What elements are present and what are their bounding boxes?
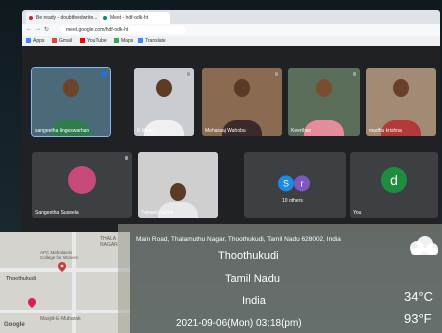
participant-face [63,79,79,98]
weather-cloud-icon [410,236,438,255]
bookmark-maps[interactable]: Maps [114,37,133,45]
bookmark-youtube[interactable]: YouTube [80,37,107,45]
url-input[interactable]: meet.google.com/hdf-odk-ht [60,26,186,34]
bookmarks-bar: Apps Gmail YouTube Maps Translate [22,36,440,46]
participant-tile[interactable]: Keerthan [288,68,360,136]
tab-label: Be ready - doubtfeedwrite... [36,15,98,21]
map-label: APC Mahalaxmi College for Women [40,250,79,260]
participant-face [156,79,172,98]
geotag-country: India [242,295,266,307]
meet-grid: sangeetha lingeswarhan K Moor... Meharaa… [22,46,440,232]
participant-name: Sangeetha Suseela [35,210,79,216]
map-road [0,310,130,313]
map-thumbnail[interactable]: THALA NAGAR APC Mahalaxmi College for Wo… [0,232,130,333]
participant-tile[interactable]: madhu krishna [366,68,436,136]
participant-tile[interactable]: Yaheen Fatma [138,152,218,218]
pin-icon[interactable] [187,72,190,76]
participant-tile[interactable]: Meharaaj Wahobu [202,68,282,136]
temperature-fahrenheit: 93°F [404,311,432,326]
others-tile[interactable]: S r 10 others [244,152,346,218]
tab-favicon-icon [29,16,33,20]
maps-icon [114,38,119,44]
geotag-datetime: 2021-09-06(Mon) 03:18(pm) [176,318,302,329]
other-avatar: S [278,175,294,192]
bookmark-apps[interactable]: Apps [26,37,44,45]
bookmark-gmail[interactable]: Gmail [52,37,72,45]
tab-label: Meet - hdf-odk-ht [110,15,149,21]
pin-icon[interactable] [275,72,278,76]
pin-icon[interactable] [125,156,128,160]
gmail-icon [52,38,57,44]
youtube-icon [80,38,85,44]
participant-tile[interactable]: Sangeetha Suseela [32,152,132,218]
participant-name: sangeetha lingeswarhan [35,128,90,134]
forward-icon[interactable]: → [35,26,41,32]
participant-name: K Moor... [137,128,158,134]
participant-name: Yaheen Fatma [141,210,174,216]
participant-face [170,182,186,201]
place-marker-icon [28,298,36,308]
participant-avatar [68,165,96,194]
location-pin-icon [58,262,66,272]
pin-icon[interactable] [353,72,356,76]
back-icon[interactable]: ← [26,26,32,32]
others-count: 10 others [282,198,303,204]
meet-favicon-icon [103,16,107,20]
geotag-address: Main Road, Thalamuthu Nagar, Thoothukudi… [136,236,341,243]
speaking-icon [101,71,107,77]
self-avatar: d [381,166,407,193]
self-label: You [353,210,362,216]
bookmark-translate[interactable]: Translate [138,37,166,45]
reload-icon[interactable]: ↻ [44,26,49,33]
google-maps-logo: Google [4,322,25,328]
participant-tile[interactable]: sangeetha lingeswarhan [31,67,111,137]
tab-doubtfeed[interactable]: Be ready - doubtfeedwrite... [26,12,108,24]
address-bar-row: ← → ↻ meet.google.com/hdf-odk-ht [22,24,440,36]
participant-name: madhu krishna [369,128,402,134]
map-label: Thoothukudi [6,276,37,282]
participant-name: Meharaaj Wahobu [205,128,246,134]
monitor-screen: Be ready - doubtfeedwrite... Meet - hdf-… [22,10,440,232]
participant-face [234,79,250,98]
participant-tile[interactable]: K Moor... [134,68,194,136]
participant-face [393,79,409,98]
participant-name: Keerthan [291,128,312,134]
geotag-city: Thoothukudi [218,250,279,262]
translate-icon [138,38,143,44]
apps-icon [26,38,31,44]
browser-tab-bar: Be ready - doubtfeedwrite... Meet - hdf-… [22,10,440,24]
tab-meet[interactable]: Meet - hdf-odk-ht [100,12,170,24]
temperature-celsius: 34°C [404,289,434,304]
other-avatar: r [294,175,310,192]
geotag-state: Tamil Nadu [225,273,281,285]
map-label: Masjid-E-Mubarak [40,316,81,322]
self-tile[interactable]: d You [350,152,438,218]
map-label: NAGAR [100,242,118,248]
participant-face [316,79,332,98]
